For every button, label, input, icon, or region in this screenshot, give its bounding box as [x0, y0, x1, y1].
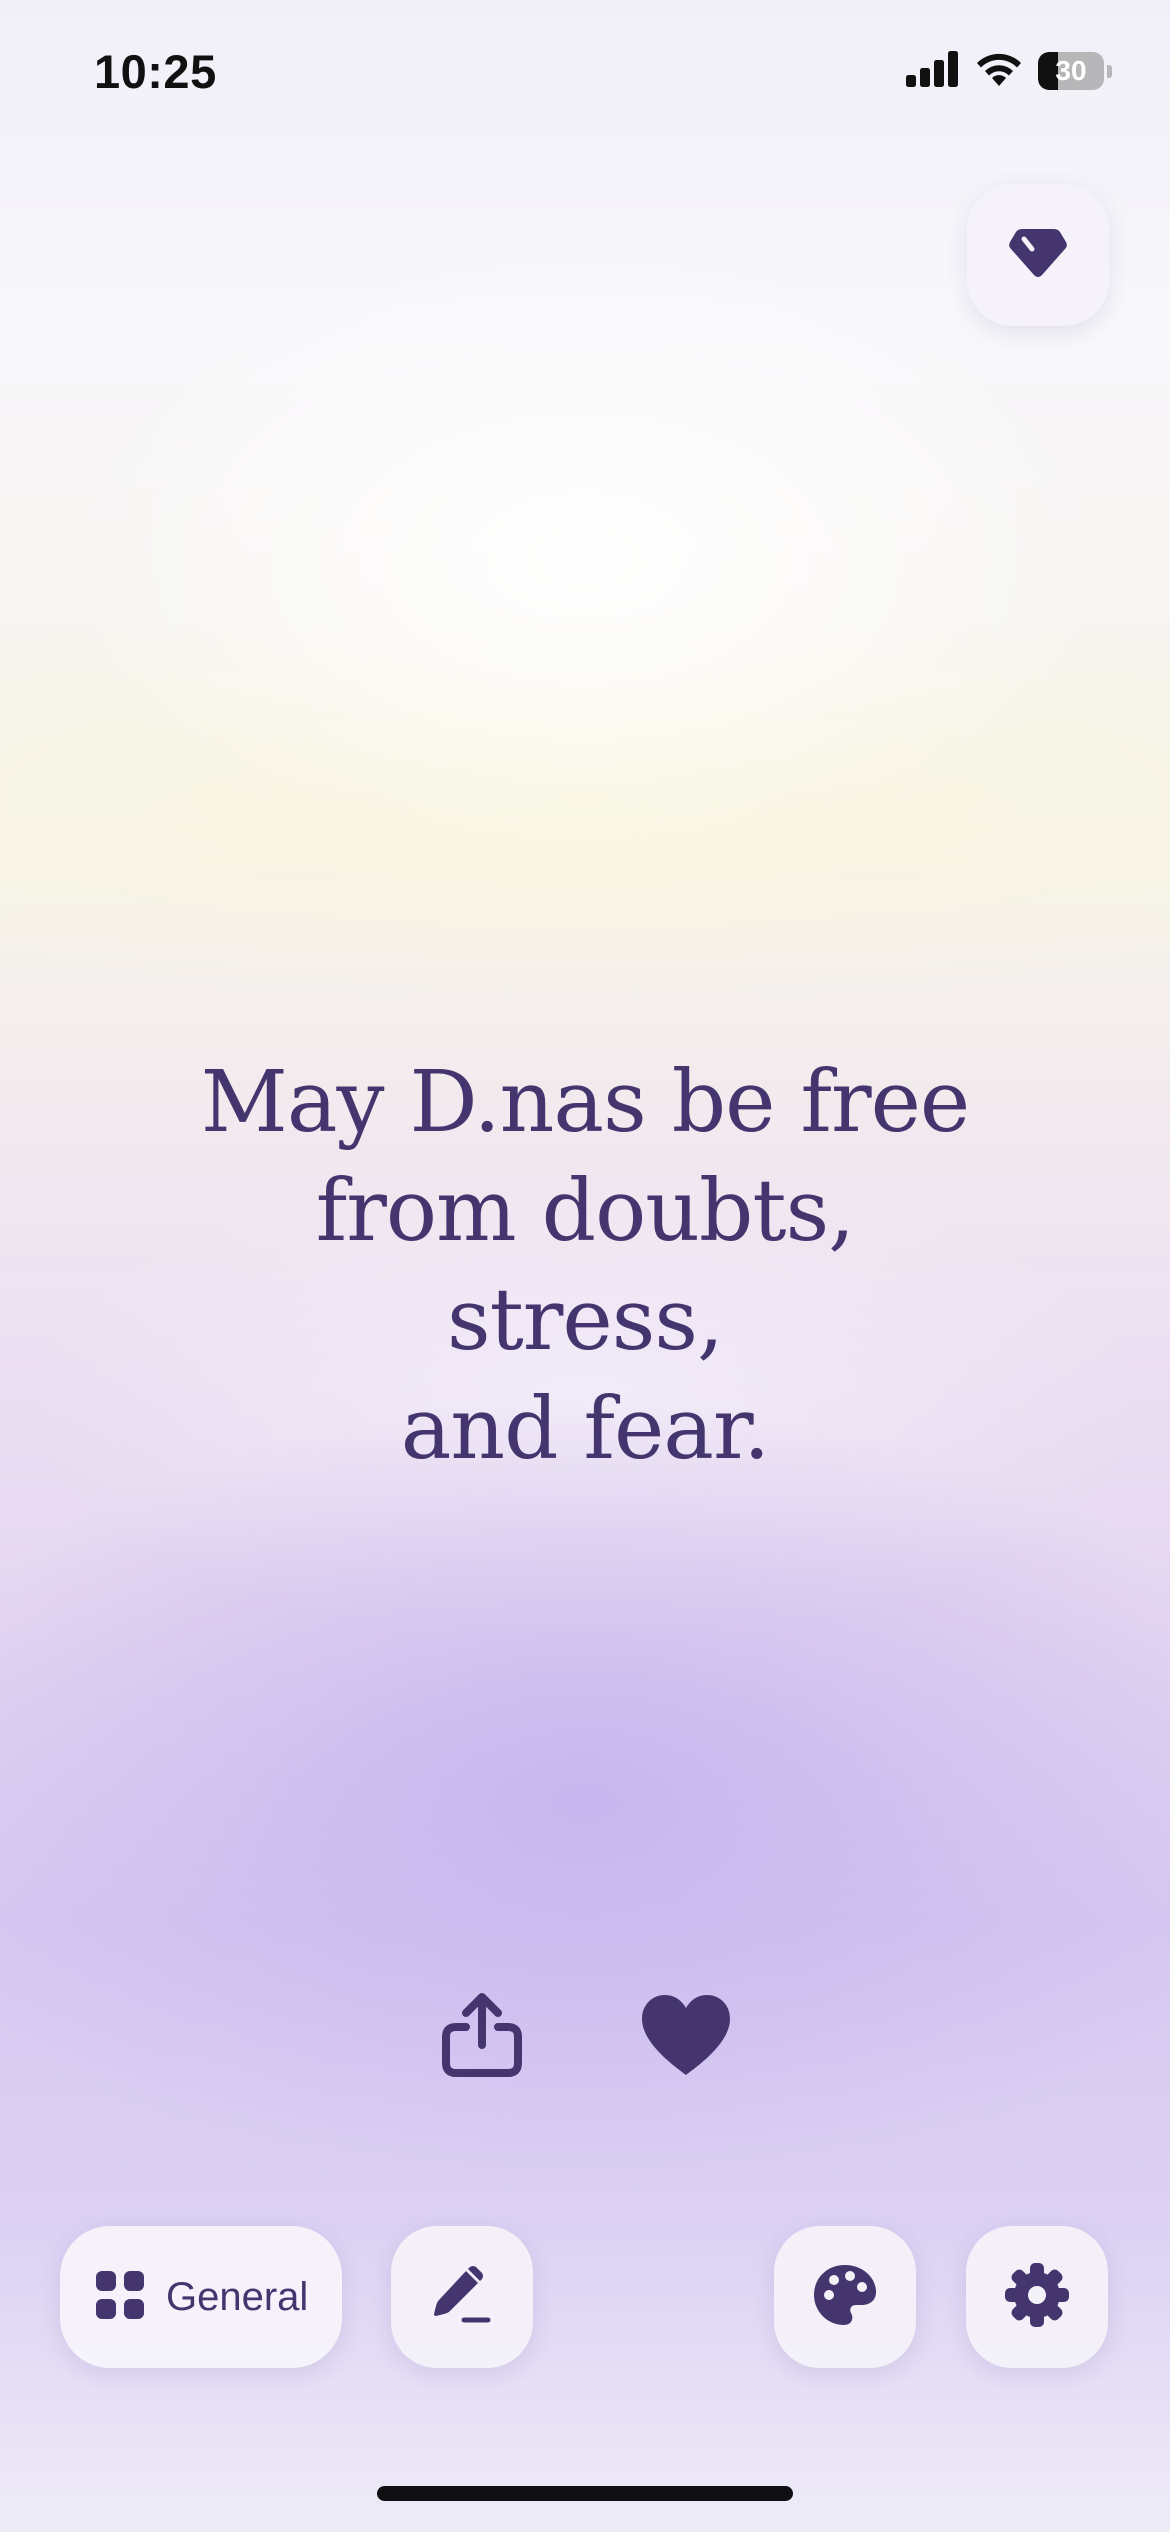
quote-line: and fear.	[400, 1380, 771, 1479]
category-button[interactable]: General	[60, 2226, 342, 2368]
diamond-icon	[1008, 225, 1068, 285]
home-indicator	[377, 2486, 793, 2501]
premium-button[interactable]	[967, 184, 1109, 326]
palette-icon	[812, 2263, 878, 2331]
like-button[interactable]	[632, 1985, 740, 2089]
quote-line: stress,	[447, 1271, 724, 1370]
wifi-icon	[974, 50, 1024, 92]
settings-button[interactable]	[966, 2226, 1108, 2368]
cellular-signal-icon	[906, 51, 960, 91]
quote-text: May D.nas be free from doubts, stress, a…	[0, 1048, 1170, 1484]
app-screen: 10:25 30 May D.nas be free from doubts, …	[0, 0, 1170, 2532]
quote-line: May D.nas be free	[200, 1053, 970, 1152]
category-label: General	[166, 2274, 309, 2319]
status-icons: 30	[906, 50, 1112, 92]
battery-level: 30	[1055, 55, 1087, 86]
theme-button[interactable]	[774, 2226, 916, 2368]
edit-button[interactable]	[391, 2226, 533, 2368]
share-button[interactable]	[430, 1985, 534, 2089]
grid-icon	[96, 2271, 144, 2323]
quote-line: from doubts,	[315, 1162, 855, 1261]
share-icon	[440, 1991, 524, 2083]
status-bar: 10:25 30	[0, 0, 1170, 150]
gear-icon	[1004, 2262, 1070, 2332]
pencil-icon	[432, 2265, 492, 2329]
battery-indicator: 30	[1038, 52, 1104, 90]
heart-icon	[640, 1993, 732, 2081]
battery-cap	[1107, 64, 1112, 78]
status-time: 10:25	[94, 45, 217, 98]
